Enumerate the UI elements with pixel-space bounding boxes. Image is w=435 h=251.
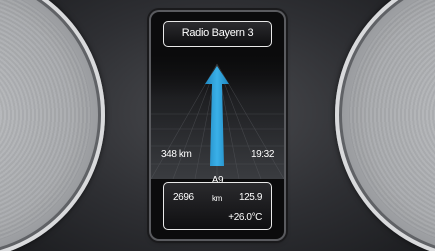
center-display: Radio Bayern 3 348 km 19:32 A9 2696 km 1… — [151, 12, 284, 239]
radio-station-box[interactable]: Radio Bayern 3 — [163, 21, 272, 47]
left-gauge-dial — [0, 0, 105, 251]
outside-temperature: +26.0°C — [228, 212, 262, 223]
radio-station-label: Radio Bayern 3 — [181, 27, 254, 39]
straight-ahead-arrow-icon — [205, 66, 229, 166]
trip-info-box[interactable]: 2696 km 125.9 +26.0°C — [163, 182, 272, 230]
arrival-time: 19:32 — [250, 149, 274, 160]
odometer-value: 2696 — [173, 192, 194, 203]
odometer-unit: km — [212, 194, 222, 203]
right-gauge-dial — [335, 0, 435, 251]
navigation-view — [151, 54, 284, 179]
remaining-distance: 348 km — [161, 149, 192, 160]
trip-distance-value: 125.9 — [238, 192, 262, 203]
instrument-cluster: Radio Bayern 3 348 km 19:32 A9 2696 km 1… — [0, 0, 435, 251]
